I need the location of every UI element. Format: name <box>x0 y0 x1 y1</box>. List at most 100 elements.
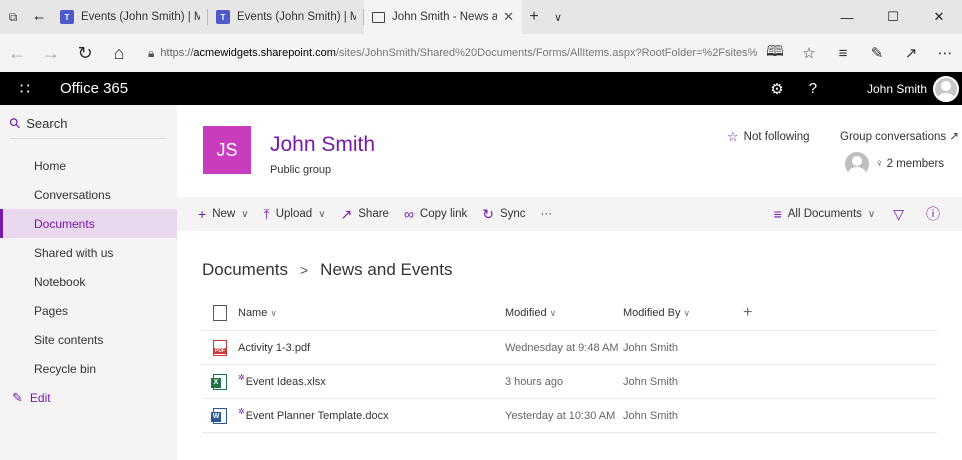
web-note-icon[interactable]: ✎ <box>860 44 894 62</box>
site-logo[interactable]: JS <box>203 126 251 174</box>
nav-item-pages[interactable]: Pages <box>0 296 177 325</box>
modified-by-cell: John Smith <box>623 409 679 422</box>
site-title[interactable]: John Smith <box>270 133 375 157</box>
document-list: Name∨ Modified∨ Modified By∨ + Activity … <box>202 295 937 433</box>
chevron-down-icon: ∨ <box>241 208 249 220</box>
file-name[interactable]: ✲Event Ideas.xlsx <box>238 373 505 388</box>
breadcrumb-current: News and Events <box>320 260 453 279</box>
upload-label: Upload <box>275 208 313 220</box>
breadcrumb-root[interactable]: Documents <box>202 260 288 280</box>
tab-title: John Smith - News and <box>392 11 498 23</box>
view-switcher[interactable]: ≡ All Documents ∨ <box>774 206 876 222</box>
browser-tab-1[interactable]: T Events (John Smith) | Micros <box>52 0 208 34</box>
file-name[interactable]: Activity 1-3.pdf <box>238 342 505 354</box>
new-button[interactable]: + New ∨ <box>198 206 249 222</box>
close-window-icon[interactable]: ✕ <box>916 0 962 34</box>
tab-actions-icon[interactable]: ⧉ <box>0 0 26 34</box>
file-name-text: Event Ideas.xlsx <box>245 375 326 388</box>
nav-item-conversations[interactable]: Conversations <box>0 180 177 209</box>
view-list-icon: ≡ <box>773 206 782 222</box>
file-type-header[interactable] <box>202 304 238 321</box>
copy-link-label: Copy link <box>419 208 468 220</box>
chevron-down-icon: ∨ <box>549 307 557 318</box>
nav-item-recycle-bin[interactable]: Recycle bin <box>0 354 177 383</box>
refresh-icon[interactable]: ↻ <box>68 34 102 72</box>
nav-item-notebook[interactable]: Notebook <box>0 267 177 296</box>
user-name[interactable]: John Smith <box>867 82 927 96</box>
more-actions-icon[interactable]: ⋯ <box>928 44 962 62</box>
modified-by-column-header[interactable]: Modified By ∨ <box>623 307 743 319</box>
filter-icon[interactable]: ▽ <box>893 206 904 223</box>
forward-arrow-icon[interactable]: → <box>34 34 68 72</box>
browser-tab-3[interactable]: John Smith - News and ✕ <box>364 0 522 34</box>
share-icon: ↗ <box>340 205 353 222</box>
browser-toolbar-right: 🕮︎ ☆ ≡ ✎ ↗ ⋯ <box>758 41 962 66</box>
command-bar-right: ≡ All Documents ∨ ▽ ⓘ <box>774 204 962 224</box>
app-launcher-icon[interactable]: ∷ <box>0 72 50 105</box>
site-subtitle: Public group <box>270 164 332 176</box>
add-column-button[interactable]: + <box>743 304 783 322</box>
modified-by-cell: John Smith <box>623 341 679 354</box>
tab-preview-chevron-icon[interactable]: ∨ <box>546 0 570 34</box>
new-tab-icon[interactable]: + <box>522 0 546 34</box>
browser-tab-2[interactable]: T Events (John Smith) | Micros <box>208 0 364 34</box>
nav-item-shared-with-us[interactable]: Shared with us <box>0 238 177 267</box>
table-row[interactable]: Activity 1-3.pdf Wednesday at 9:48 AM Jo… <box>202 331 937 365</box>
share-browser-icon[interactable]: ↗ <box>894 44 928 62</box>
table-row[interactable]: X ✲Event Ideas.xlsx 3 hours ago John Smi… <box>202 365 937 399</box>
group-conversations-label: Group conversations <box>840 131 947 143</box>
suite-title[interactable]: Office 365 <box>60 80 128 97</box>
nav-search[interactable]: ⚲ Search <box>5 109 167 139</box>
chevron-down-icon: ∨ <box>270 307 277 318</box>
help-icon[interactable]: ? <box>795 80 831 97</box>
more-commands-button[interactable]: ··· <box>541 208 553 220</box>
list-header-row: Name ∨ Modified ∨ Modified By ∨ + <box>202 295 937 331</box>
tab-title: Events (John Smith) | Micros <box>237 11 356 23</box>
favorite-star-icon[interactable]: ☆ <box>792 44 826 62</box>
set-tabs-aside-icon[interactable]: ⭠ <box>26 0 52 34</box>
page-icon <box>372 11 385 23</box>
upload-button[interactable]: ⤒ Upload ∨ <box>264 206 326 223</box>
nav-item-documents[interactable]: Documents <box>0 209 177 238</box>
back-arrow-icon[interactable]: ← <box>0 34 34 72</box>
modified-by-cell: John Smith <box>623 375 679 388</box>
reading-view-icon[interactable]: 🕮︎ <box>758 41 792 66</box>
follow-button[interactable]: ☆ Not following <box>727 129 810 145</box>
sync-button[interactable]: ↻ Sync <box>482 206 525 223</box>
group-conversations-link[interactable]: Group conversations ↗ <box>840 129 959 143</box>
file-name[interactable]: ✲Event Planner Template.docx <box>238 406 505 422</box>
name-column-header[interactable]: Name ∨ <box>238 307 505 319</box>
table-row[interactable]: W ✲Event Planner Template.docx Yesterday… <box>202 399 937 433</box>
nav-item-site-contents[interactable]: Site contents <box>0 325 177 354</box>
edit-label: Edit <box>29 390 51 405</box>
lock-icon: 🔒︎ <box>148 45 155 60</box>
maximize-icon[interactable]: ☐ <box>870 0 916 34</box>
favorites-hub-icon[interactable]: ≡ <box>826 45 860 62</box>
address-bar[interactable]: 🔒︎ https://acmewidgets.sharepoint.com/si… <box>148 39 758 67</box>
modified-header-label: Modified <box>505 306 547 319</box>
search-icon: ⚲ <box>5 113 25 133</box>
window-controls: — ☐ ✕ <box>824 0 962 34</box>
nav-item-home[interactable]: Home <box>0 151 177 180</box>
chevron-down-icon: ∨ <box>867 208 876 220</box>
members-label: 2 members <box>886 158 945 170</box>
user-avatar[interactable] <box>933 75 959 102</box>
name-header-label: Name <box>238 306 268 319</box>
members-button[interactable]: ♀︎ 2 members <box>845 152 944 176</box>
settings-gear-icon[interactable]: ⚙ <box>759 80 795 98</box>
word-file-icon: W <box>211 407 227 424</box>
close-tab-icon[interactable]: ✕ <box>503 9 514 25</box>
browser-nav-bar: ← → ↻ ⌂ 🔒︎ https://acmewidgets.sharepoin… <box>0 34 962 72</box>
modified-cell: Yesterday at 10:30 AM <box>505 409 616 422</box>
file-name-text: Activity 1-3.pdf <box>238 341 311 354</box>
share-button[interactable]: ↗ Share <box>341 206 389 223</box>
minimize-icon[interactable]: — <box>824 0 870 34</box>
modified-column-header[interactable]: Modified ∨ <box>505 307 623 319</box>
url-scheme: https:// <box>160 47 194 59</box>
copy-link-button[interactable]: ∞ Copy link <box>404 206 467 222</box>
url-host: acmewidgets.sharepoint.com <box>193 47 336 59</box>
new-item-icon: ✲ <box>238 406 245 416</box>
info-icon[interactable]: ⓘ <box>926 204 940 224</box>
nav-edit-link[interactable]: ✎ Edit <box>0 383 177 412</box>
home-icon[interactable]: ⌂ <box>102 34 136 72</box>
